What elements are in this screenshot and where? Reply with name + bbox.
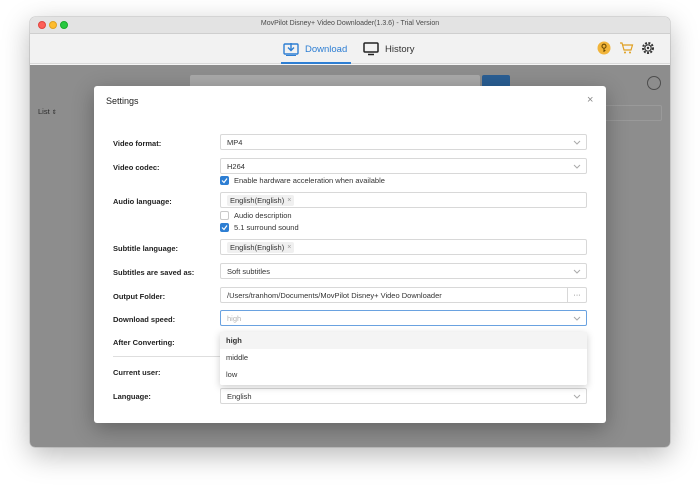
chevron-down-icon <box>573 394 581 399</box>
output-folder-label: Output Folder: <box>113 292 166 301</box>
audio-language-tag: English(English) × <box>227 194 295 206</box>
surround-label: 5.1 surround sound <box>234 223 299 232</box>
video-codec-select[interactable]: H264 <box>220 158 587 174</box>
checkbox-checked-icon <box>220 223 229 232</box>
main-toolbar: Download History <box>30 34 670 64</box>
window-title: MovPilot Disney+ Video Downloader(1.3.6)… <box>260 20 440 27</box>
download-speed-label: Download speed: <box>113 315 176 324</box>
tab-download[interactable]: Download <box>283 40 347 58</box>
gear-icon[interactable] <box>641 41 655 55</box>
subtitle-language-tag: English(English) × <box>227 241 295 253</box>
settings-dialog: Settings × Video format: MP4 Video codec… <box>94 86 606 423</box>
audio-description-checkbox[interactable]: Audio description <box>220 211 292 220</box>
monitor-icon <box>363 42 379 56</box>
remove-tag-icon[interactable]: × <box>287 244 291 251</box>
current-user-label: Current user: <box>113 368 161 377</box>
tab-history[interactable]: History <box>363 40 415 58</box>
dialog-title: Settings <box>106 96 139 106</box>
download-speed-select[interactable]: high <box>220 310 587 326</box>
subtitles-saved-as-label: Subtitles are saved as: <box>113 268 195 277</box>
video-codec-value: H264 <box>227 161 245 171</box>
speed-option-middle[interactable]: middle <box>220 349 587 366</box>
title-bar: MovPilot Disney+ Video Downloader(1.3.6)… <box>30 17 670 34</box>
output-folder-value: /Users/tranhom/Documents/MovPilot Disney… <box>227 290 442 300</box>
subtitle-language-select[interactable]: English(English) × <box>220 239 587 255</box>
chevron-down-icon <box>573 140 581 145</box>
subtitle-language-label: Subtitle language: <box>113 244 179 253</box>
hw-accel-label: Enable hardware acceleration when availa… <box>234 176 385 185</box>
language-select[interactable]: English <box>220 388 587 404</box>
speed-option-low[interactable]: low <box>220 366 587 383</box>
video-format-select[interactable]: MP4 <box>220 134 587 150</box>
audio-language-select[interactable]: English(English) × <box>220 192 587 208</box>
chevron-down-icon <box>573 164 581 169</box>
chevron-down-icon <box>573 316 581 321</box>
download-icon <box>283 43 299 56</box>
cart-icon[interactable] <box>619 41 634 55</box>
checkbox-unchecked-icon <box>220 211 229 220</box>
hw-accel-checkbox[interactable]: Enable hardware acceleration when availa… <box>220 176 385 185</box>
checkbox-checked-icon <box>220 176 229 185</box>
audio-description-label: Audio description <box>234 211 292 220</box>
language-value: English <box>227 391 252 401</box>
video-format-value: MP4 <box>227 137 243 147</box>
remove-tag-icon[interactable]: × <box>287 197 291 204</box>
key-icon[interactable] <box>597 41 611 55</box>
download-circle-icon <box>647 76 661 90</box>
close-icon[interactable]: × <box>587 95 593 106</box>
output-folder-input[interactable]: /Users/tranhom/Documents/MovPilot Disney… <box>220 287 587 303</box>
subtitles-saved-as-select[interactable]: Soft subtitles <box>220 263 587 279</box>
download-speed-value: high <box>227 313 242 323</box>
video-format-label: Video format: <box>113 139 162 148</box>
audio-language-label: Audio language: <box>113 197 172 206</box>
section-divider <box>113 356 221 357</box>
browse-folder-button[interactable]: ··· <box>567 287 586 303</box>
tab-download-label: Download <box>305 43 348 55</box>
download-speed-dropdown: high middle low <box>220 332 587 385</box>
after-converting-label: After Converting: <box>113 338 175 347</box>
active-tab-indicator <box>281 62 351 64</box>
language-label: Language: <box>113 392 151 401</box>
video-codec-label: Video codec: <box>113 163 160 172</box>
tab-history-label: History <box>385 43 415 55</box>
list-sort-label: List ⇕ <box>38 107 57 116</box>
speed-option-high[interactable]: high <box>220 332 587 349</box>
chevron-down-icon <box>573 269 581 274</box>
subtitles-saved-as-value: Soft subtitles <box>227 266 270 276</box>
surround-checkbox[interactable]: 5.1 surround sound <box>220 223 299 232</box>
